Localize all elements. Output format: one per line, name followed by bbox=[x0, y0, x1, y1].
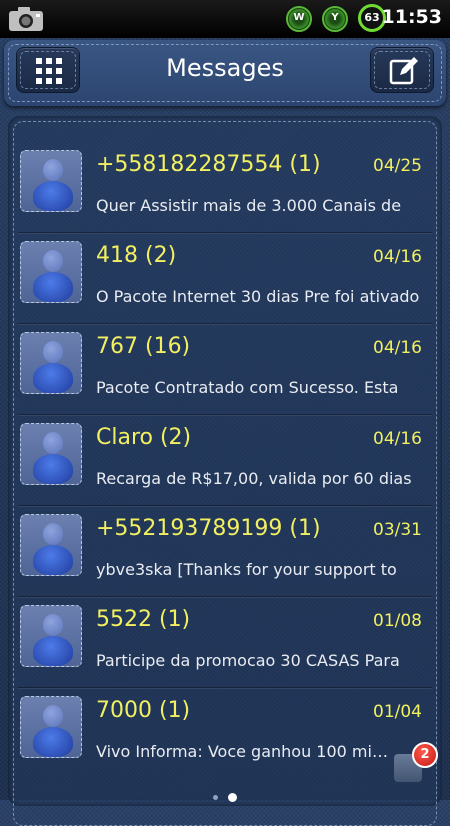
compose-icon bbox=[389, 57, 418, 85]
w-widget-icon: W bbox=[286, 6, 312, 32]
conversation-preview: Quer Assistir mais de 3.000 Canais de bbox=[96, 196, 402, 215]
conversation-preview: ybve3ska [Thanks for your support to bbox=[96, 560, 397, 579]
conversation-date: 01/08 bbox=[373, 611, 422, 631]
conversation-preview: Vivo Informa: Voce ganhou 100 minutos bbox=[96, 742, 396, 761]
contact-avatar-icon bbox=[20, 332, 82, 394]
contact-avatar-icon bbox=[20, 696, 82, 758]
conversation-item[interactable]: Claro (2) 04/16 Recarga de R$17,00, vali… bbox=[8, 415, 442, 506]
compose-button[interactable] bbox=[370, 47, 434, 93]
conversation-item[interactable]: 418 (2) 04/16 O Pacote Internet 30 dias … bbox=[8, 233, 442, 324]
conversation-name: +552193789199 (1) bbox=[96, 516, 321, 541]
conversation-date: 04/16 bbox=[373, 338, 422, 358]
page-dot[interactable] bbox=[213, 795, 218, 800]
conversation-list: +558182287554 (1) 04/25 Quer Assistir ma… bbox=[8, 116, 442, 826]
battery-level: 63 bbox=[364, 11, 380, 24]
conversation-name: 5522 (1) bbox=[96, 607, 191, 632]
conversation-preview: Pacote Contratado com Sucesso. Esta bbox=[96, 378, 399, 397]
conversation-item[interactable]: 767 (16) 04/16 Pacote Contratado com Suc… bbox=[8, 324, 442, 415]
conversation-item[interactable]: +558182287554 (1) 04/25 Quer Assistir ma… bbox=[8, 142, 442, 233]
conversation-date: 04/25 bbox=[373, 156, 422, 176]
conversation-name: 767 (16) bbox=[96, 334, 191, 359]
page-dot-active[interactable] bbox=[228, 793, 237, 802]
conversation-item[interactable]: 7000 (1) 01/04 Vivo Informa: Voce ganhou… bbox=[8, 688, 442, 779]
contact-avatar-icon bbox=[20, 605, 82, 667]
conversation-preview: O Pacote Internet 30 dias Pre foi ativad… bbox=[96, 287, 420, 306]
status-bar: W Y 63 11:53 bbox=[0, 0, 450, 38]
conversation-item[interactable]: 5522 (1) 01/08 Participe da promocao 30 … bbox=[8, 597, 442, 688]
camera-icon bbox=[9, 7, 43, 31]
notification-badge: 2 bbox=[412, 742, 438, 768]
contact-avatar-icon bbox=[20, 150, 82, 212]
conversation-item[interactable]: +552193789199 (1) 03/31 ybve3ska [Thanks… bbox=[8, 506, 442, 597]
conversation-name: 418 (2) bbox=[96, 243, 177, 268]
conversation-date: 04/16 bbox=[373, 429, 422, 449]
contact-avatar-icon bbox=[20, 423, 82, 485]
conversation-date: 03/31 bbox=[373, 520, 422, 540]
conversation-date: 04/16 bbox=[373, 247, 422, 267]
notification-widget[interactable]: 2 bbox=[392, 742, 440, 786]
conversation-name: 7000 (1) bbox=[96, 698, 191, 723]
contact-avatar-icon bbox=[20, 514, 82, 576]
contact-avatar-icon bbox=[20, 241, 82, 303]
conversation-name: +558182287554 (1) bbox=[96, 152, 321, 177]
conversation-date: 01/04 bbox=[373, 702, 422, 722]
y-widget-icon: Y bbox=[322, 6, 348, 32]
page-indicator bbox=[0, 787, 450, 806]
conversation-preview: Participe da promocao 30 CASAS Para bbox=[96, 651, 400, 670]
header-bar: Messages bbox=[4, 40, 446, 106]
conversation-name: Claro (2) bbox=[96, 425, 192, 450]
conversation-preview: Recarga de R$17,00, valida por 60 dias bbox=[96, 469, 412, 488]
clock: 11:53 bbox=[381, 6, 442, 28]
